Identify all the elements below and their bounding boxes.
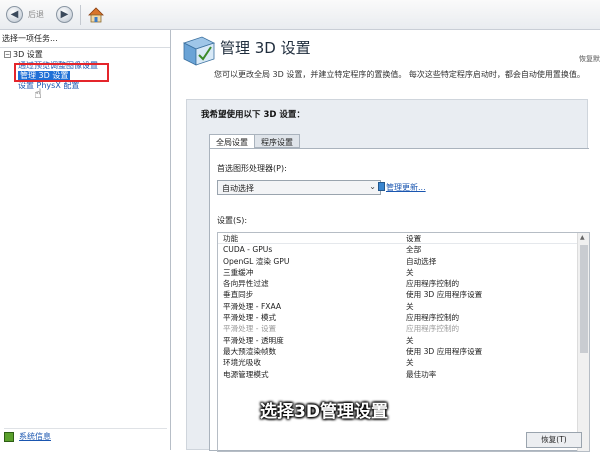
table-row[interactable]: 电源管理模式 最佳功率 [218, 369, 589, 380]
processor-select-value: 自动选择 [222, 184, 254, 193]
manage-update-icon [378, 182, 385, 191]
3d-settings-icon [182, 36, 216, 66]
value-cell[interactable]: 应用程序控制的 [406, 278, 576, 289]
table-row[interactable]: 平滑处理 - FXAA 关 [218, 301, 589, 312]
table-row[interactable]: OpenGL 渲染 GPU 自动选择 [218, 256, 589, 267]
tab-global-settings[interactable]: 全局设置 [209, 134, 255, 149]
section-title: 我希望使用以下 3D 设置： [201, 110, 305, 120]
processor-label: 首选图形处理器(P): [217, 164, 287, 173]
restore-button[interactable]: 恢复(T) [526, 432, 582, 448]
manage-update-link[interactable]: 管理更新... [386, 182, 426, 193]
hand-cursor-icon: ☝ [34, 87, 42, 102]
table-row[interactable]: 平滑处理 - 模式 应用程序控制的 [218, 312, 589, 323]
forward-arrow-icon[interactable]: ▶ [56, 6, 73, 23]
navigation-toolbar: ◀ 后退 ▶ [0, 0, 600, 30]
main-panel: 管理 3D 设置 恢复默 您可以更改全局 3D 设置，并建立特定程序的置换值。 … [172, 30, 600, 452]
system-info-link[interactable]: 系统信息 [19, 431, 51, 442]
feature-cell: CUDA - GPUs [223, 245, 273, 255]
page-description: 您可以更改全局 3D 设置，并建立特定程序的置换值。 每次这些特定程序启动时，都… [214, 70, 585, 79]
feature-cell: 平滑处理 - 透明度 [223, 335, 284, 345]
value-cell[interactable]: 自动选择 [406, 256, 576, 267]
table-row[interactable]: CUDA - GPUs 全部 [218, 244, 589, 255]
value-cell[interactable]: 关 [406, 267, 576, 278]
tab-program-settings[interactable]: 程序设置 [254, 134, 300, 148]
back-label[interactable]: 后退 [28, 9, 44, 20]
feature-cell: 三重缓冲 [223, 267, 254, 277]
feature-cell: 各向异性过滤 [223, 279, 269, 289]
restore-defaults-link[interactable]: 恢复默 [579, 54, 600, 64]
value-cell[interactable]: 全部 [406, 244, 576, 255]
table-header: 功能 设置 [218, 233, 589, 245]
task-header: 选择一项任务... [0, 30, 170, 48]
tree-item-label: 设置 PhysX 配置 [18, 81, 80, 90]
value-cell[interactable]: 应用程序控制的 [406, 312, 576, 323]
value-cell[interactable]: 使用 3D 应用程序设置 [406, 346, 576, 357]
table-row[interactable]: 平滑处理 - 透明度 关 [218, 335, 589, 346]
feature-cell: 环境光吸收 [223, 358, 261, 368]
value-cell[interactable]: 关 [406, 357, 576, 368]
column-header-feature: 功能 [223, 234, 239, 243]
page-title: 管理 3D 设置 [220, 39, 311, 57]
system-info-icon [4, 431, 14, 442]
feature-cell: 电源管理模式 [223, 369, 269, 379]
feature-cell: 最大预渲染帧数 [223, 346, 277, 356]
value-cell[interactable]: 最佳功率 [406, 369, 576, 380]
feature-cell: 平滑处理 - FXAA [223, 301, 282, 311]
processor-select[interactable]: 自动选择 ⌄ [217, 180, 381, 195]
table-row[interactable]: 各向异性过滤 应用程序控制的 [218, 278, 589, 289]
scrollbar-thumb[interactable] [580, 245, 588, 353]
toolbar-separator [80, 4, 81, 25]
home-icon[interactable] [86, 5, 106, 25]
task-panel: 选择一项任务... − 3D 设置 通过预览调整图像设置 管理 3D 设置 设置… [0, 30, 171, 450]
table-row[interactable]: 环境光吸收 关 [218, 357, 589, 368]
value-cell[interactable]: 关 [406, 335, 576, 346]
tree-root-3d-settings[interactable]: − 3D 设置 [4, 49, 170, 60]
table-row: 平滑处理 - 设置 应用程序控制的 [218, 323, 589, 334]
back-arrow-icon[interactable]: ◀ [6, 6, 23, 23]
tree-root-label: 3D 设置 [13, 50, 43, 59]
red-highlight-box [14, 63, 109, 82]
feature-cell: OpenGL 渲染 GPU [223, 256, 290, 266]
feature-cell: 平滑处理 - 设置 [223, 324, 277, 334]
table-row[interactable]: 垂直同步 使用 3D 应用程序设置 [218, 289, 589, 300]
table-row[interactable]: 最大预渲染帧数 使用 3D 应用程序设置 [218, 346, 589, 357]
table-scrollbar[interactable]: ▲ [577, 233, 589, 451]
value-cell[interactable]: 使用 3D 应用程序设置 [406, 289, 576, 300]
scroll-up-icon[interactable]: ▲ [580, 234, 585, 241]
value-cell: 应用程序控制的 [406, 324, 460, 334]
feature-cell: 平滑处理 - 模式 [223, 313, 277, 323]
feature-cell: 垂直同步 [223, 290, 254, 300]
table-row[interactable]: 三重缓冲 关 [218, 267, 589, 278]
column-header-setting: 设置 [406, 234, 422, 243]
settings-label: 设置(S): [217, 216, 248, 225]
collapse-icon[interactable]: − [4, 51, 11, 58]
video-caption: 选择3D管理设置 [260, 402, 388, 422]
settings-tabs: 全局设置 程序设置 [209, 134, 300, 149]
system-info: 系统信息 [4, 428, 167, 442]
value-cell[interactable]: 关 [406, 301, 576, 312]
chevron-down-icon: ⌄ [369, 182, 376, 191]
